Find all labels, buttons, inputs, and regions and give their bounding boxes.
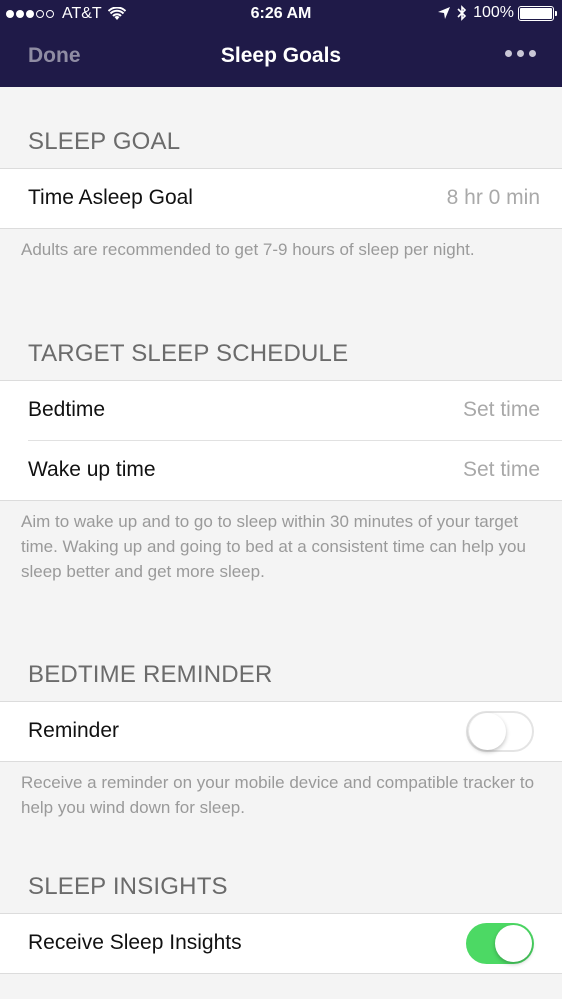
status-bar: AT&T 6:26 AM 100% bbox=[0, 0, 562, 28]
section-header-sleep-goal: SLEEP GOAL bbox=[28, 128, 181, 155]
divider bbox=[0, 973, 562, 974]
bedtime-value: Set time bbox=[462, 398, 540, 421]
wake-up-time-row[interactable]: Wake up time Set time bbox=[0, 441, 562, 501]
battery-icon bbox=[518, 5, 557, 21]
wake-up-time-label: Wake up time bbox=[28, 458, 156, 481]
sleep-insights-row: Receive Sleep Insights bbox=[0, 914, 562, 974]
wake-up-time-value: Set time bbox=[462, 458, 540, 481]
section-header-bedtime-reminder: BEDTIME REMINDER bbox=[28, 661, 273, 688]
sleep-insights-toggle[interactable] bbox=[466, 923, 534, 964]
bedtime-row[interactable]: Bedtime Set time bbox=[0, 381, 562, 441]
toggle-knob bbox=[495, 925, 532, 962]
toggle-knob bbox=[469, 713, 506, 750]
reminder-row: Reminder bbox=[0, 702, 562, 762]
section-header-sleep-insights: SLEEP INSIGHTS bbox=[28, 873, 228, 900]
divider bbox=[0, 500, 562, 501]
page-title: Sleep Goals bbox=[220, 44, 342, 67]
divider bbox=[0, 761, 562, 762]
reminder-note: Receive a reminder on your mobile device… bbox=[21, 773, 535, 817]
status-right: 100% bbox=[437, 4, 557, 22]
time-asleep-goal-value: 8 hr 0 min bbox=[446, 186, 540, 209]
location-arrow-icon bbox=[438, 7, 451, 19]
more-icon[interactable] bbox=[500, 50, 536, 57]
battery-percentage: 100% bbox=[473, 4, 514, 21]
sleep-schedule-note: Aim to wake up and to go to sleep within… bbox=[21, 512, 526, 581]
section-header-target-sleep-schedule: TARGET SLEEP SCHEDULE bbox=[28, 340, 349, 367]
divider bbox=[0, 228, 562, 229]
bedtime-label: Bedtime bbox=[28, 398, 106, 421]
app-header: AT&T 6:26 AM 100% Done Sleep Goals bbox=[0, 0, 562, 87]
sleep-insights-label: Receive Sleep Insights bbox=[28, 931, 242, 954]
sleep-goal-note: Adults are recommended to get 7-9 hours … bbox=[21, 240, 475, 259]
bluetooth-icon bbox=[457, 5, 467, 21]
time-asleep-goal-row[interactable]: Time Asleep Goal 8 hr 0 min bbox=[0, 169, 562, 229]
time-asleep-goal-label: Time Asleep Goal bbox=[28, 186, 193, 209]
reminder-toggle[interactable] bbox=[466, 711, 534, 752]
reminder-label: Reminder bbox=[28, 719, 120, 742]
